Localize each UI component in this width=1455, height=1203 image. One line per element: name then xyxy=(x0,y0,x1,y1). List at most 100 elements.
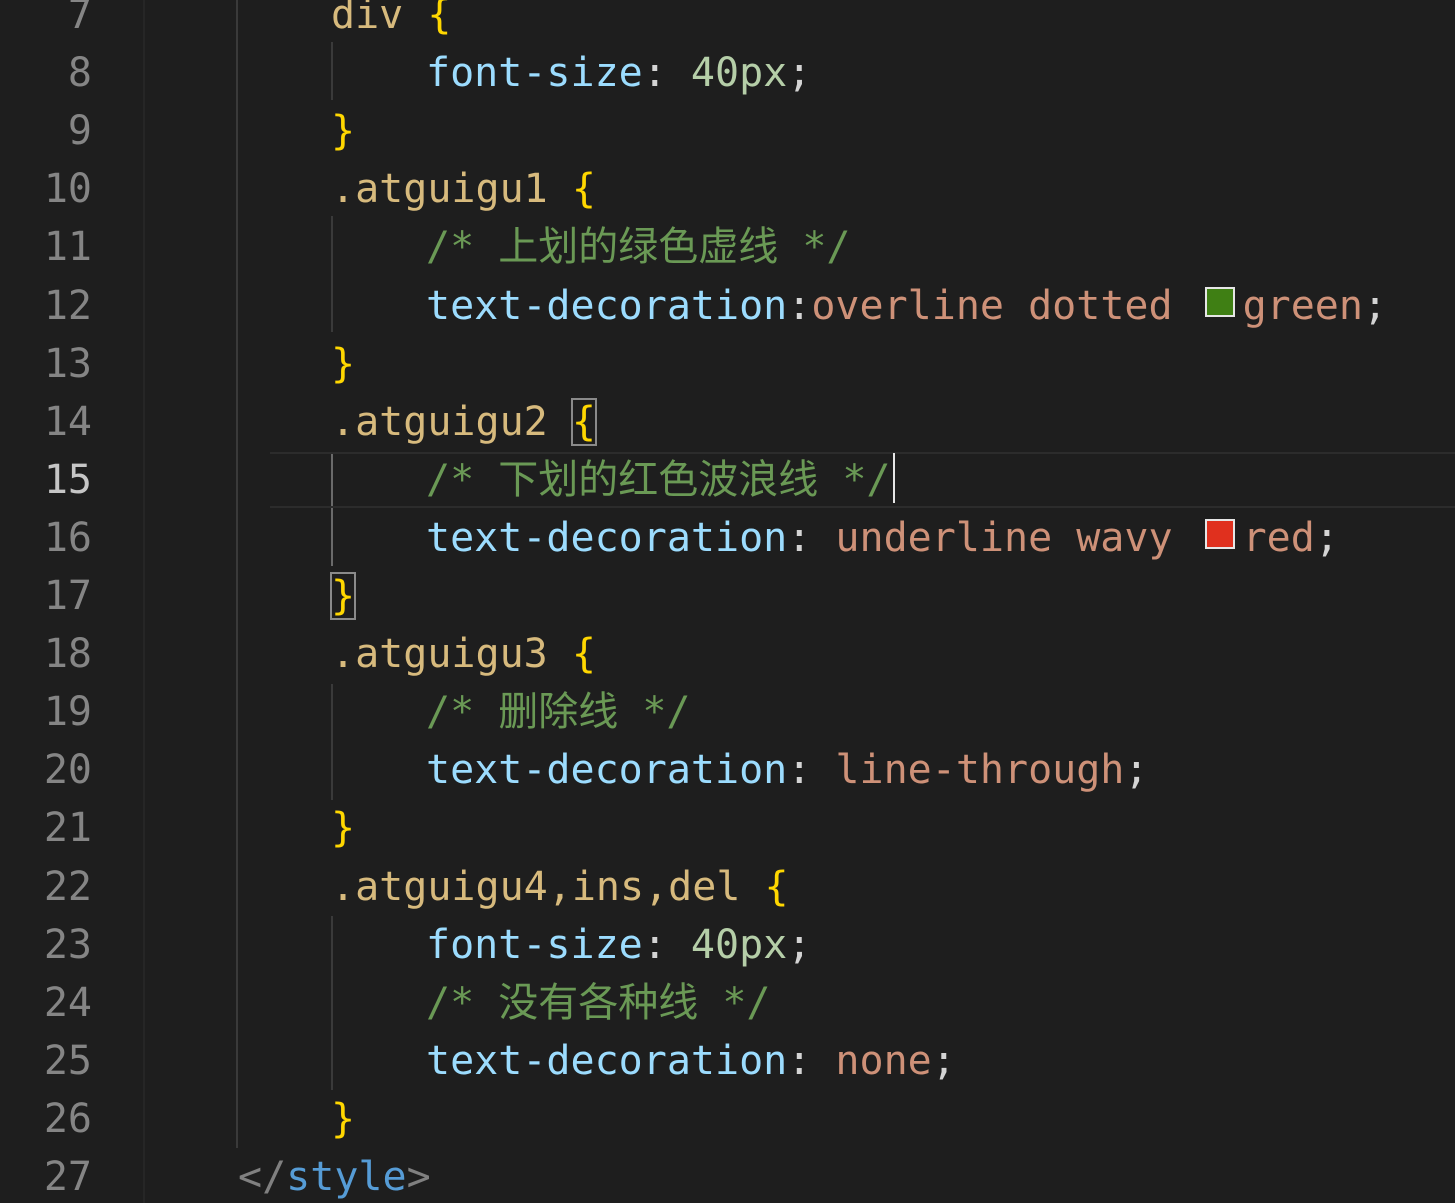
open-brace: { xyxy=(571,166,596,213)
css-property: font-size xyxy=(426,921,643,968)
code-line[interactable]: 19 /* 删除线 */ xyxy=(0,683,1455,741)
line-number: 10 xyxy=(43,166,92,213)
code-text: /* 没有各种线 */ xyxy=(426,974,771,1032)
colon: : xyxy=(787,282,812,329)
code-line[interactable]: 21} xyxy=(0,799,1455,857)
semicolon: ; xyxy=(1362,282,1388,329)
tag-close-bracket: > xyxy=(406,1154,431,1200)
code-text: text-decoration:overline dotted green; xyxy=(426,277,1387,335)
css-property: text-decoration xyxy=(426,1037,788,1084)
code-text: /* 删除线 */ xyxy=(426,683,691,741)
colon: : xyxy=(787,747,836,794)
css-selector: .atguigu2 xyxy=(331,398,548,445)
semicolon: ; xyxy=(787,921,812,968)
code-text: } xyxy=(329,567,357,625)
close-brace: } xyxy=(331,1095,356,1142)
css-color-value: red xyxy=(1242,514,1315,561)
css-color-value: green xyxy=(1242,282,1363,329)
code-line[interactable]: 16 text-decoration: underline wavy red; xyxy=(0,509,1455,567)
code-text: } xyxy=(331,335,355,393)
code-text: .atguigu2 { xyxy=(331,393,597,451)
open-brace: { xyxy=(570,397,597,446)
code-line[interactable]: 10 .atguigu1 { xyxy=(0,160,1455,218)
code-line[interactable]: 23 font-size: 40px; xyxy=(0,916,1455,974)
code-comment: /* 下划的红色波浪线 */ xyxy=(426,456,891,503)
colon: : xyxy=(787,1037,836,1084)
code-line[interactable]: 20 text-decoration: line-through; xyxy=(0,741,1455,799)
line-number: 26 xyxy=(43,1095,92,1142)
line-number: 19 xyxy=(43,689,92,736)
code-line[interactable]: 27 </style> xyxy=(0,1148,1455,1203)
tag-name: style xyxy=(286,1154,407,1200)
code-editor[interactable]: 7 div {8 font-size: 40px; 9} 10 .atguigu1 {11… xyxy=(0,0,1455,1203)
line-number: 18 xyxy=(43,631,92,678)
code-line[interactable]: 8 font-size: 40px; xyxy=(0,44,1455,102)
line-number: 24 xyxy=(43,979,92,1026)
code-line[interactable]: 18 .atguigu3 { xyxy=(0,625,1455,683)
semicolon: ; xyxy=(1314,514,1339,561)
line-number: 8 xyxy=(67,50,92,97)
close-brace: } xyxy=(331,805,356,852)
css-selector: .atguigu4,ins,del xyxy=(331,863,741,910)
code-comment: /* 没有各种线 */ xyxy=(426,979,771,1026)
color-swatch-icon[interactable] xyxy=(1204,518,1235,549)
line-number: 13 xyxy=(43,340,92,387)
line-number: 17 xyxy=(43,573,92,619)
open-brace: { xyxy=(571,631,596,678)
code-line[interactable]: 13} xyxy=(0,335,1455,393)
line-number: 9 xyxy=(67,108,92,155)
code-text: div { xyxy=(331,0,451,44)
code-line[interactable]: 14 .atguigu2 { xyxy=(0,393,1455,451)
css-selector: .atguigu1 xyxy=(331,166,548,213)
line-number: 11 xyxy=(43,224,92,271)
code-line[interactable]: 7 div { xyxy=(0,0,1455,44)
code-line[interactable]: 15 /* 下划的红色波浪线 */ xyxy=(0,451,1455,509)
colon: : xyxy=(787,514,836,561)
code-text: /* 下划的红色波浪线 */ xyxy=(426,451,895,509)
css-property: text-decoration xyxy=(426,514,788,561)
close-brace: } xyxy=(329,572,357,620)
code-line[interactable]: 24 /* 没有各种线 */ xyxy=(0,974,1455,1032)
code-text: </style> xyxy=(238,1148,431,1203)
css-value: overline dotted xyxy=(811,282,1173,329)
line-number: 21 xyxy=(43,805,92,852)
code-text: text-decoration: none; xyxy=(426,1032,956,1090)
line-number: 7 xyxy=(67,0,92,38)
line-number: 22 xyxy=(43,863,92,910)
code-text: .atguigu3 { xyxy=(331,625,596,683)
line-number: 14 xyxy=(43,398,92,445)
css-value: none xyxy=(835,1037,932,1084)
color-swatch-icon[interactable] xyxy=(1204,286,1235,317)
colon: : xyxy=(642,921,691,968)
open-brace: { xyxy=(427,0,452,38)
css-number-value: 40px xyxy=(690,921,788,968)
line-number: 12 xyxy=(43,282,92,329)
code-text: font-size: 40px; xyxy=(426,916,811,974)
code-text: } xyxy=(331,799,355,857)
close-brace: } xyxy=(331,340,356,387)
line-number: 27 xyxy=(43,1154,92,1200)
open-brace: { xyxy=(764,863,789,910)
code-line[interactable]: 22 .atguigu4,ins,del { xyxy=(0,858,1455,916)
code-text: font-size: 40px; xyxy=(426,44,811,102)
code-line[interactable]: 9} xyxy=(0,102,1455,160)
code-text: text-decoration: line-through; xyxy=(426,741,1148,799)
code-text: .atguigu1 { xyxy=(331,160,596,218)
code-line[interactable]: 26} xyxy=(0,1090,1455,1148)
code-line[interactable]: 17} xyxy=(0,567,1455,625)
semicolon: ; xyxy=(787,50,812,97)
code-line[interactable]: 11 /* 上划的绿色虚线 */ xyxy=(0,218,1455,276)
code-line[interactable]: 12 text-decoration:overline dotted green; xyxy=(0,277,1455,335)
css-value: underline wavy xyxy=(835,514,1173,561)
code-line[interactable]: 25 text-decoration: none; xyxy=(0,1032,1455,1090)
css-property: text-decoration xyxy=(426,747,788,794)
code-comment: /* 上划的绿色虚线 */ xyxy=(426,224,851,271)
css-number-value: 40px xyxy=(690,50,788,97)
code-text: .atguigu4,ins,del { xyxy=(331,858,789,916)
line-number: 16 xyxy=(43,514,92,561)
css-selector: div xyxy=(331,0,404,38)
colon: : xyxy=(642,50,691,97)
line-number: 25 xyxy=(43,1037,92,1084)
code-text: } xyxy=(331,102,355,160)
css-value: line-through xyxy=(835,747,1125,794)
